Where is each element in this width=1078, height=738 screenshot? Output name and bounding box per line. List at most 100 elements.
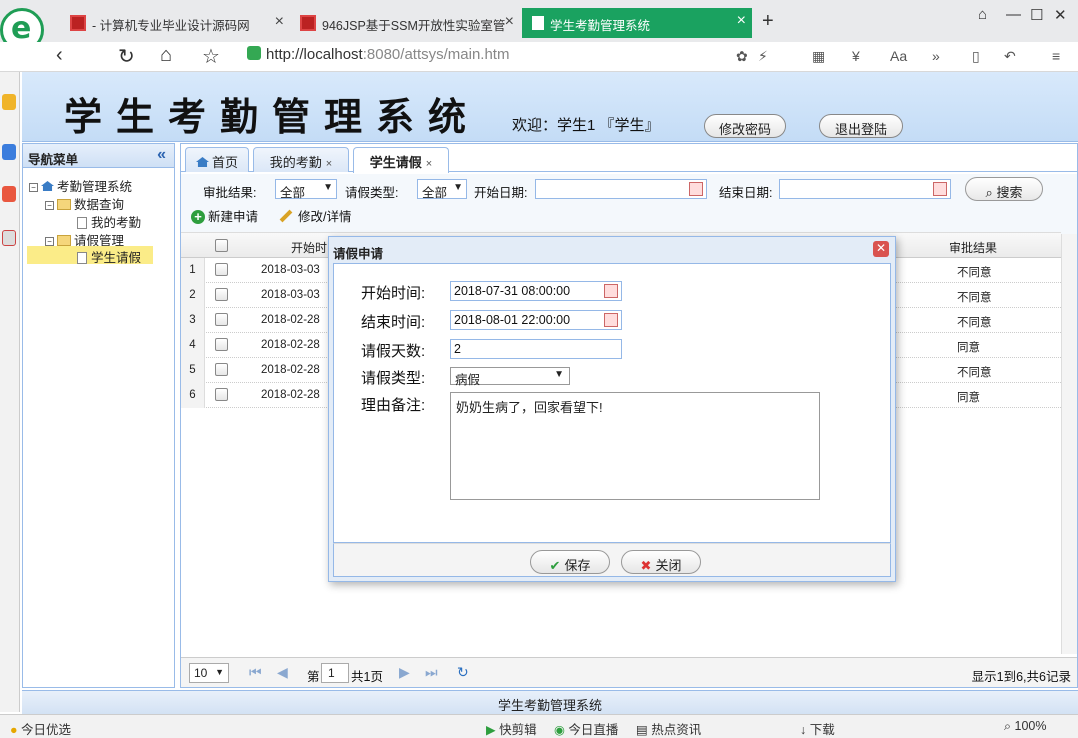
save-button[interactable]: ✔ 保存 xyxy=(530,550,610,574)
row-checkbox[interactable] xyxy=(215,338,228,351)
refresh-ext-icon[interactable]: ✿ xyxy=(736,48,748,65)
new-request-button[interactable]: + 新建申请 xyxy=(191,206,258,225)
row-start-time: 2018-02-28 xyxy=(261,339,320,351)
end-time-field[interactable]: 2018-08-01 22:00:00 xyxy=(450,310,622,330)
search-button[interactable]: ⌕ 搜索 xyxy=(965,177,1043,201)
reload-icon[interactable]: ↻ xyxy=(118,44,135,69)
welcome-text: 欢迎：学生1 『学生』 xyxy=(512,117,660,134)
page-number-input[interactable]: 1 xyxy=(321,663,349,683)
row-checkbox[interactable] xyxy=(215,288,228,301)
money-icon[interactable]: ¥ xyxy=(852,48,860,64)
translate-icon[interactable]: Aa xyxy=(890,48,907,64)
tree-group-query[interactable]: − 数据查询 xyxy=(45,194,124,213)
notes-icon[interactable] xyxy=(2,144,16,160)
row-number: 1 xyxy=(181,258,205,283)
page-size-select[interactable]: 10 ▼ xyxy=(189,663,229,683)
edit-details-label: 修改/详情 xyxy=(298,210,352,224)
quick-edit-link[interactable]: ▶ 快剪辑 xyxy=(486,719,537,738)
tab-my-attendance[interactable]: 我的考勤 × xyxy=(253,147,349,172)
page-icon xyxy=(532,16,544,30)
new-request-label: 新建申请 xyxy=(208,210,259,224)
browser-tab-2[interactable]: 946JSP基于SSM开放性实验室管 × xyxy=(294,10,520,36)
first-page-icon[interactable]: ⏮ xyxy=(249,664,262,681)
download-icon: ↓ xyxy=(800,723,807,737)
table-scrollbar[interactable] xyxy=(1061,234,1077,654)
tab-student-leave[interactable]: 学生请假 × xyxy=(353,147,449,173)
start-date-input[interactable] xyxy=(535,179,707,199)
tree-toggle-icon[interactable]: − xyxy=(45,201,54,210)
weibo-icon[interactable] xyxy=(2,186,16,202)
end-date-input[interactable] xyxy=(779,179,951,199)
menu-icon[interactable]: ≡ xyxy=(1052,48,1060,64)
leave-days-field[interactable]: 2 xyxy=(450,339,622,359)
tree-root[interactable]: − 考勤管理系统 xyxy=(29,176,132,195)
news-link[interactable]: ▤ 热点资讯 xyxy=(636,719,701,738)
phone-icon[interactable]: ▯ xyxy=(972,48,980,65)
sidebar-item-my-attendance[interactable]: 我的考勤 xyxy=(77,212,141,231)
maximize-icon[interactable]: ☐ xyxy=(1030,6,1043,24)
select-all-checkbox[interactable] xyxy=(215,239,228,252)
status-filter-select[interactable]: 全部 ▼ xyxy=(275,179,337,200)
row-checkbox[interactable] xyxy=(215,388,228,401)
undo-icon[interactable]: ↶ xyxy=(1004,48,1016,65)
sidebar-item-student-leave[interactable]: 学生请假 xyxy=(27,246,154,265)
row-number: 4 xyxy=(181,333,205,358)
prev-page-icon[interactable]: ◀ xyxy=(277,664,288,681)
start-time-field[interactable]: 2018-07-31 08:00:00 xyxy=(450,281,622,301)
lightbulb-icon: ● xyxy=(10,723,18,737)
tab-home[interactable]: 首页 xyxy=(185,147,249,172)
dropdown-arrow-icon: ▼ xyxy=(215,667,224,677)
close-tab-icon[interactable]: × xyxy=(426,158,432,170)
tree-toggle-icon[interactable]: − xyxy=(45,237,54,246)
reason-textarea[interactable]: 奶奶生病了，回家看望下! xyxy=(450,392,820,500)
tree-toggle-icon[interactable]: − xyxy=(29,183,38,192)
dialog-close-icon[interactable]: ✕ xyxy=(873,241,889,257)
row-checkbox[interactable] xyxy=(215,363,228,376)
row-number: 3 xyxy=(181,308,205,333)
collapse-icon[interactable]: « xyxy=(157,146,166,164)
row-checkbox[interactable] xyxy=(215,313,228,326)
browser-tab-active[interactable]: 学生考勤管理系统 × xyxy=(522,8,752,38)
favorites-icon[interactable] xyxy=(2,94,16,110)
calendar-icon[interactable] xyxy=(604,313,618,327)
daily-picks-link[interactable]: ● 今日优选 xyxy=(10,719,71,738)
change-password-button[interactable]: 修改密码 xyxy=(704,114,786,138)
nav-panel: 导航菜单 « − 考勤管理系统 − 数据查询 我的考勤 − 请假管理 学生请假 xyxy=(22,143,175,688)
calendar-icon[interactable] xyxy=(933,182,947,196)
browser-tab-1[interactable]: - 计算机专业毕业设计源码网 × xyxy=(64,10,290,36)
home-icon[interactable]: ⌂ xyxy=(160,44,172,67)
close-tab-icon[interactable]: × xyxy=(505,13,514,31)
sidebar-item-label: 学生请假 xyxy=(91,251,142,265)
calendar-icon[interactable] xyxy=(689,182,703,196)
close-button[interactable]: ✖ 关闭 xyxy=(621,550,701,574)
close-window-icon[interactable]: ✕ xyxy=(1054,6,1067,24)
close-tab-icon[interactable]: × xyxy=(275,13,284,31)
game-icon[interactable] xyxy=(2,230,16,246)
live-link[interactable]: ◉ 今日直播 xyxy=(554,719,618,738)
edit-details-button[interactable]: 修改/详情 xyxy=(279,206,351,225)
minimize-icon[interactable]: — xyxy=(1006,6,1021,23)
new-tab-button[interactable]: + xyxy=(762,10,774,33)
lightning-icon[interactable]: ⚡ xyxy=(758,48,768,65)
close-tab-icon[interactable]: × xyxy=(326,158,332,170)
row-checkbox[interactable] xyxy=(215,263,228,276)
url-input[interactable]: http://localhost:8080/attsys/main.htm xyxy=(240,44,720,68)
more-extensions-icon[interactable]: » xyxy=(932,48,940,64)
apps-icon[interactable]: ▦ xyxy=(812,48,825,65)
home-icon xyxy=(195,157,209,167)
refresh-icon[interactable]: ↻ xyxy=(457,664,469,681)
zoom-level[interactable]: ⌕ 100% xyxy=(1004,719,1046,734)
bookmark-star-icon[interactable]: ☆ xyxy=(202,44,220,69)
last-page-icon[interactable]: ⏭ xyxy=(425,664,438,681)
next-page-icon[interactable]: ▶ xyxy=(399,664,410,681)
close-tab-icon[interactable]: × xyxy=(737,12,746,30)
leave-type-select[interactable]: 病假 ▼ xyxy=(450,367,570,387)
back-icon[interactable]: ‹ xyxy=(56,44,63,67)
skin-icon[interactable]: ⌂ xyxy=(978,6,987,23)
download-link[interactable]: ↓ 下载 xyxy=(800,719,835,738)
logout-button[interactable]: 退出登陆 xyxy=(819,114,903,138)
favicon-icon xyxy=(70,15,86,31)
type-filter-select[interactable]: 全部 ▼ xyxy=(417,179,467,200)
browser-tab-title: 946JSP基于SSM开放性实验室管 xyxy=(322,19,506,33)
calendar-icon[interactable] xyxy=(604,284,618,298)
